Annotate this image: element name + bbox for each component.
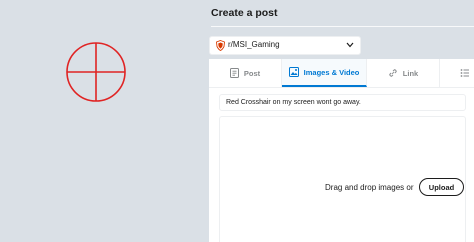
red-crosshair-overlay (66, 42, 126, 102)
tab-images-video[interactable]: Images & Video (282, 59, 367, 87)
tab-link-label: Link (402, 68, 419, 78)
tab-images-video-label: Images & Video (303, 67, 360, 77)
image-icon (288, 67, 299, 77)
post-editor-card: Post Images & Video Link Red Crosshair o… (209, 59, 474, 242)
post-type-tabs: Post Images & Video Link (209, 59, 474, 88)
community-selector[interactable]: r/MSI_Gaming (209, 36, 361, 55)
post-title-input[interactable]: Red Crosshair on my screen wont go away. (219, 94, 466, 111)
tab-post-label: Post (243, 68, 261, 78)
tab-post[interactable]: Post (209, 59, 282, 87)
chevron-down-icon (346, 42, 354, 48)
page-title: Create a post (211, 7, 278, 19)
poll-icon (460, 69, 469, 77)
link-icon (389, 69, 397, 77)
upload-button[interactable]: Upload (419, 178, 464, 196)
title-divider (211, 26, 474, 27)
shield-icon (216, 40, 225, 51)
community-name: r/MSI_Gaming (228, 40, 280, 49)
tab-poll[interactable] (440, 59, 474, 87)
tab-link[interactable]: Link (367, 59, 440, 87)
drag-drop-prompt: Drag and drop images or (325, 183, 414, 192)
document-icon (229, 68, 239, 78)
